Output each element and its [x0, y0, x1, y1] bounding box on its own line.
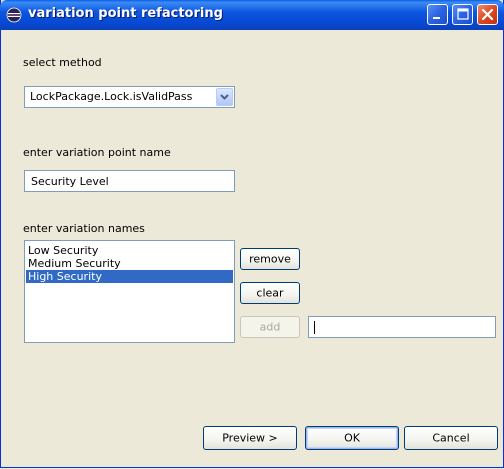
list-item-selected[interactable]: High Security [26, 270, 233, 283]
minimize-icon [433, 17, 440, 19]
clear-button[interactable]: clear [240, 282, 300, 304]
minimize-button[interactable] [427, 4, 448, 25]
variation-point-input[interactable]: Security Level [24, 170, 235, 192]
window-title: variation point refactoring [28, 6, 223, 21]
close-icon [481, 8, 494, 21]
add-button[interactable]: add [240, 316, 300, 338]
close-button[interactable] [477, 4, 498, 25]
ok-button[interactable]: OK [305, 426, 399, 450]
maximize-icon [457, 8, 469, 20]
variation-names-label: enter variation names [23, 222, 145, 235]
cancel-button-label: Cancel [432, 431, 470, 445]
list-item[interactable]: Medium Security [26, 257, 233, 270]
title-bar[interactable]: variation point refactoring [0, 0, 504, 30]
select-method-label: select method [23, 56, 102, 69]
combo-dropdown-button[interactable] [216, 88, 233, 106]
clear-button-label: clear [256, 286, 284, 300]
variation-point-label: enter variation point name [23, 146, 171, 159]
remove-button[interactable]: remove [240, 248, 300, 270]
variation-list[interactable]: Low Security Medium Security High Securi… [24, 240, 235, 343]
eclipse-icon [6, 7, 22, 23]
chevron-down-icon [220, 94, 229, 100]
cancel-button[interactable]: Cancel [404, 426, 498, 450]
preview-button[interactable]: Preview > [203, 426, 297, 450]
add-button-label: add [259, 320, 281, 334]
maximize-button[interactable] [452, 4, 473, 25]
ok-button-label: OK [344, 431, 360, 445]
variation-point-value: Security Level [31, 175, 109, 188]
text-caret [314, 321, 315, 334]
preview-button-label: Preview > [222, 431, 278, 445]
remove-button-label: remove [249, 252, 291, 266]
method-combo-value: LockPackage.Lock.isValidPass [30, 90, 193, 103]
method-combo[interactable]: LockPackage.Lock.isValidPass [24, 86, 235, 108]
list-item[interactable]: Low Security [26, 244, 233, 257]
new-variation-input[interactable] [308, 316, 496, 338]
